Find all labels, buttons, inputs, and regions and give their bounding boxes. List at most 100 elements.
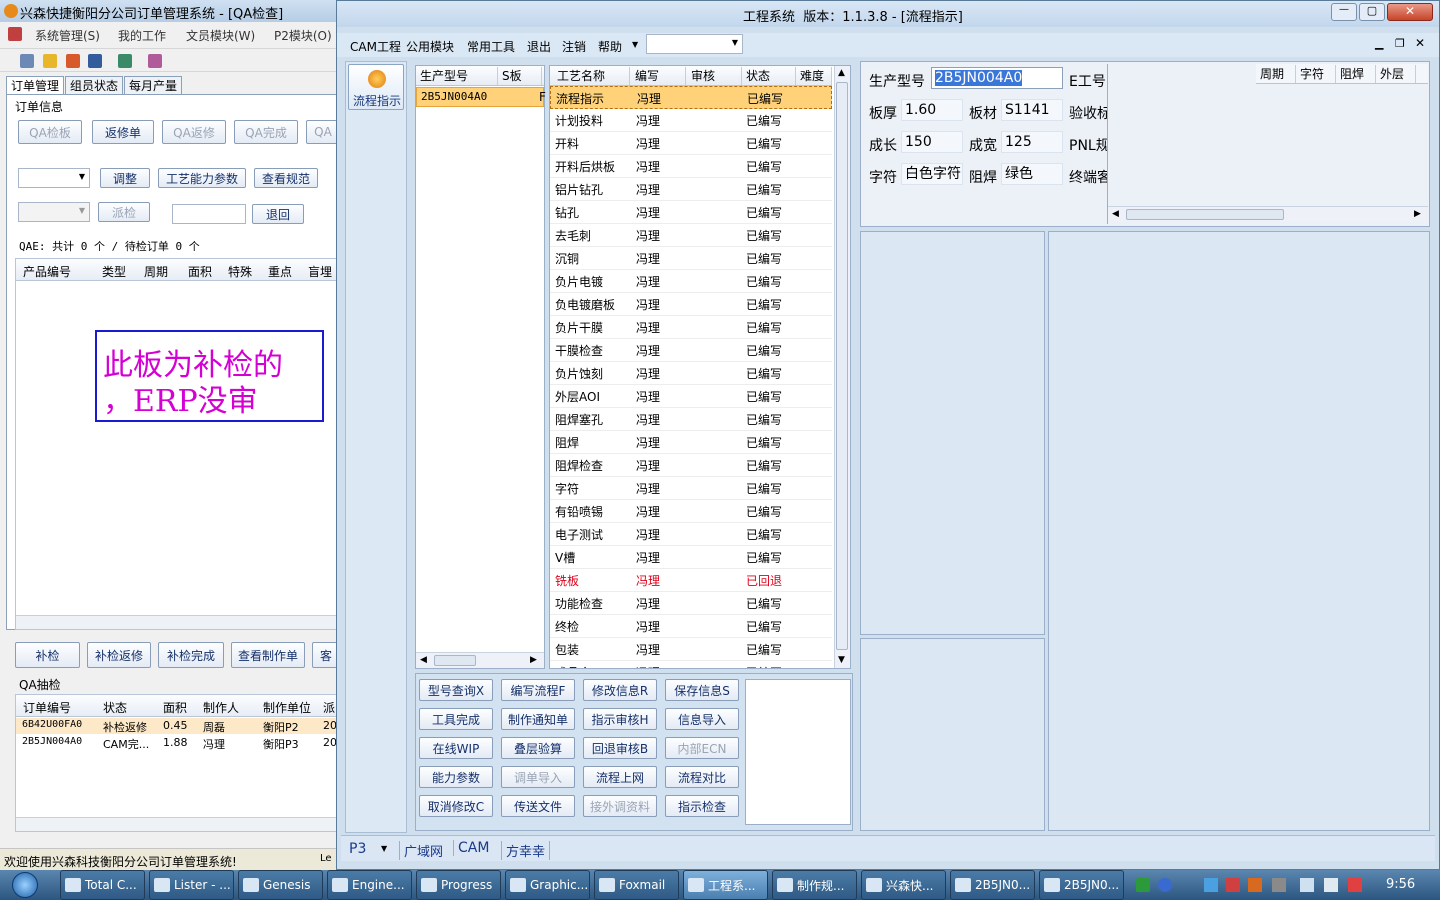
mdi-restore-icon[interactable]: ❐ [1395, 37, 1405, 50]
menu-cam[interactable]: CAM工程 [350, 38, 401, 55]
menu-logout[interactable]: 注销 [562, 38, 586, 55]
taskbar-item[interactable]: Graphic... [505, 870, 590, 900]
action-button[interactable]: 指示审核H [583, 708, 657, 730]
process-row[interactable]: 负片电镀 冯理 已编写 [550, 270, 832, 293]
adjust-button[interactable]: 调整 [100, 168, 150, 188]
col-focus[interactable]: 重点 [268, 263, 292, 280]
save-icon[interactable] [88, 54, 102, 68]
scroll-left-icon[interactable]: ◀ [1112, 209, 1119, 219]
process-row[interactable]: 开料 冯理 已编写 [550, 132, 832, 155]
chart-icon[interactable] [1226, 878, 1240, 892]
process-row[interactable]: 流程指示 冯理 已编写 [550, 86, 832, 109]
action-button[interactable]: 工具完成 [419, 708, 493, 730]
scroll-up-icon[interactable]: ▲ [838, 68, 845, 78]
order-grid-scrollbar[interactable] [16, 615, 339, 629]
view-spec-button[interactable]: 查看规范 [254, 168, 318, 188]
col-cycle[interactable]: 周期 [1256, 65, 1296, 83]
scroll-down-icon[interactable]: ▼ [838, 655, 845, 665]
col-type[interactable]: 类型 [102, 263, 126, 280]
process-row[interactable]: V槽 冯理 已编写 [550, 546, 832, 569]
action-button[interactable]: 修改信息R [583, 679, 657, 701]
process-row[interactable]: 有铅喷锡 冯理 已编写 [550, 500, 832, 523]
col-area[interactable]: 面积 [188, 263, 212, 280]
process-row[interactable]: 去毛刺 冯理 已编写 [550, 224, 832, 247]
help-icon[interactable] [1158, 878, 1172, 892]
tool-icon[interactable] [1272, 878, 1286, 892]
action-button[interactable]: 传送文件 [501, 795, 575, 817]
tools-icon[interactable] [148, 54, 162, 68]
char-field[interactable]: 白色字符 [901, 163, 963, 185]
col-unit[interactable]: 制作单位 [263, 699, 311, 716]
col-order-no[interactable]: 订单编号 [23, 699, 71, 716]
process-row[interactable]: 负片干膜 冯理 已编写 [550, 316, 832, 339]
menu-help[interactable]: 帮助 [598, 38, 622, 55]
dispatch-button[interactable]: 派检 [98, 202, 150, 222]
process-row[interactable]: 铣板 冯理 已回退 [550, 569, 832, 592]
scroll-left-icon[interactable]: ◀ [420, 655, 427, 665]
col-process-name[interactable]: 工艺名称 [550, 67, 630, 85]
action-button[interactable]: 保存信息S [665, 679, 739, 701]
taskbar-item[interactable]: 工程系... [683, 870, 768, 900]
scroll-thumb[interactable] [1126, 209, 1284, 220]
action-button[interactable]: 调单导入 [501, 766, 575, 788]
col-difficulty[interactable]: 难度 [796, 67, 832, 85]
scroll-thumb[interactable] [434, 655, 476, 666]
tab-member-status[interactable]: 组员状态 [65, 76, 123, 94]
volume-icon[interactable] [1324, 878, 1338, 892]
list-item[interactable]: 2B5JN004A0 F [416, 87, 546, 107]
col-area[interactable]: 面积 [163, 699, 187, 716]
mat-field[interactable]: S1141 [1001, 99, 1063, 121]
process-row[interactable]: 阻焊检查 冯理 已编写 [550, 454, 832, 477]
taskbar-item[interactable]: 2B5JN0... [1039, 870, 1124, 900]
col-mask[interactable]: 阻焊 [1336, 65, 1376, 83]
menu-p2[interactable]: P2模块(O) [274, 27, 332, 44]
process-row[interactable]: 外层AOI 冯理 已编写 [550, 385, 832, 408]
order-window-titlebar[interactable]: 兴森快捷衡阳分公司订单管理系统 - [QA检查] [0, 0, 340, 22]
taskbar-item[interactable]: Progress [416, 870, 501, 900]
col-s-board[interactable]: S板 [498, 67, 542, 85]
col-product-no[interactable]: 产品编号 [23, 263, 71, 280]
mdi-minimize-icon[interactable]: ▁ [1375, 37, 1383, 50]
process-row[interactable]: 终检 冯理 已编写 [550, 615, 832, 638]
capability-params-button[interactable]: 工艺能力参数 [158, 168, 246, 188]
col-status[interactable]: 状态 [742, 67, 796, 85]
model-field[interactable]: 2B5JN004A0 [931, 67, 1063, 89]
process-row[interactable]: 阻焊 冯理 已编写 [550, 431, 832, 454]
taskbar-item[interactable]: 2B5JN0... [950, 870, 1035, 900]
menu-my-work[interactable]: 我的工作 [118, 27, 166, 44]
clock[interactable]: 9:56 [1386, 877, 1415, 892]
menu-public[interactable]: 公用模块 [406, 38, 454, 55]
dispatch-select[interactable]: ▼ [18, 202, 90, 222]
refresh-icon[interactable] [118, 54, 132, 68]
process-row[interactable]: 铝片钻孔 冯理 已编写 [550, 178, 832, 201]
process-row[interactable]: 开料后烘板 冯理 已编写 [550, 155, 832, 178]
col-maker[interactable]: 制作人 [203, 699, 239, 716]
filter-select[interactable]: ▼ [18, 168, 90, 188]
process-row[interactable]: 计划投料 冯理 已编写 [550, 109, 832, 132]
tab-order-mgmt[interactable]: 订单管理 [6, 76, 64, 94]
recheck-button[interactable]: 补检 [15, 642, 80, 668]
process-row[interactable]: 负片蚀刻 冯理 已编写 [550, 362, 832, 385]
chevron-down-icon[interactable]: ▼ [632, 40, 638, 49]
taskbar-item[interactable]: 制作规... [772, 870, 857, 900]
qa-more-button[interactable]: QA [306, 120, 340, 144]
col-outer[interactable]: 外层 [1376, 65, 1416, 83]
menu-combobox[interactable]: ▼ [646, 34, 743, 54]
flag-icon[interactable] [1348, 878, 1362, 892]
taskbar-item[interactable]: Engine... [327, 870, 412, 900]
table-row[interactable]: 2B5JN004A0 CAM完... 1.88 冯理 衡阳P3 20 [16, 735, 339, 751]
mini-grid-scrollbar[interactable]: ◀ ▶ [1108, 206, 1428, 222]
process-row[interactable]: 字符 冯理 已编写 [550, 477, 832, 500]
grid-icon[interactable] [20, 54, 34, 68]
status-p3[interactable]: P3 [349, 841, 366, 857]
action-button[interactable]: 回退审核B [583, 737, 657, 759]
eng-titlebar[interactable]: 工程系统 版本：1.1.3.8 - [流程指示] — ▢ ✕ [337, 1, 1439, 27]
action-button[interactable]: 取消修改C [419, 795, 493, 817]
menu-tools[interactable]: 常用工具 [467, 38, 515, 55]
maximize-button[interactable]: ▢ [1359, 3, 1385, 21]
col-special[interactable]: 特殊 [228, 263, 252, 280]
close-button[interactable]: ✕ [1387, 3, 1433, 21]
process-row[interactable]: 阻焊塞孔 冯理 已编写 [550, 408, 832, 431]
table-row[interactable]: 6B42U00FA0 补检返修 0.45 周磊 衡阳P2 20 [16, 718, 339, 734]
action-button[interactable]: 内部ECN [665, 737, 739, 759]
